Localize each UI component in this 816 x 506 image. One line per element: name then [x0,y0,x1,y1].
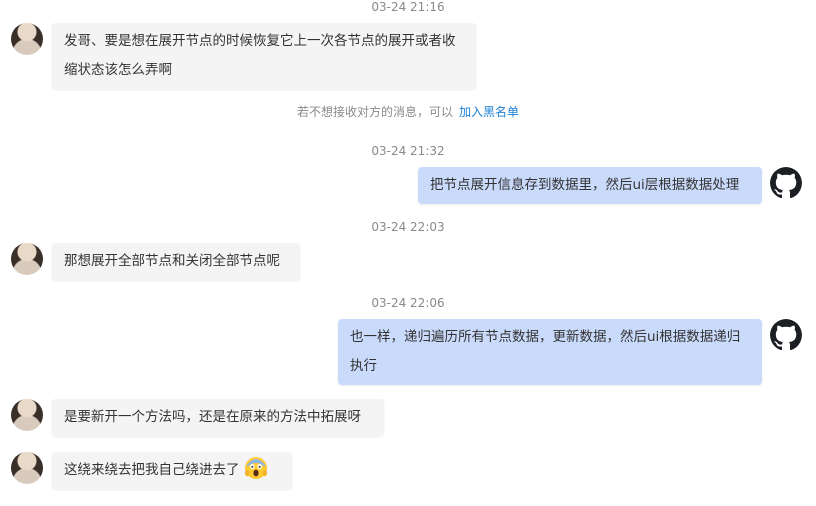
github-icon[interactable] [770,167,802,199]
message-bubble-peer: 是要新开一个方法吗，还是在原来的方法中拓展呀 [52,399,384,436]
message-bubble-peer: 发哥、要是想在展开节点的时候恢复它上一次各节点的展开或者收缩状态该怎么弄啊 [52,23,476,89]
peer-avatar[interactable] [11,23,43,55]
message-bubble-self: 把节点展开信息存到数据里，然后ui层根据数据处理 [418,167,762,204]
message-bubble-self: 也一样，递归遍历所有节点数据，更新数据，然后ui根据数据递归执行 [338,319,762,385]
system-notice-text: 若不想接收对方的消息，可以 [296,105,453,119]
message-timestamp: 03-24 21:16 [371,0,445,14]
chat-thread: 03-24 21:16 发哥、要是想在展开节点的时候恢复它上一次各节点的展开或者… [0,0,816,506]
blacklist-link[interactable]: 加入黑名单 [459,105,519,119]
peer-avatar[interactable] [11,243,43,275]
message-timestamp: 03-24 21:32 [371,144,445,158]
message-bubble-peer: 那想展开全部节点和关闭全部节点呢 [52,243,300,280]
message-text: 这绕来绕去把我自己绕进去了 [64,462,240,478]
peer-avatar[interactable] [11,452,43,484]
message-bubble-peer: 这绕来绕去把我自己绕进去了 [52,452,292,489]
message-timestamp: 03-24 22:06 [371,296,445,310]
peer-avatar[interactable] [11,399,43,431]
system-notice: 若不想接收对方的消息，可以 加入黑名单 [0,103,816,120]
face-screaming-emoji [244,456,268,480]
message-timestamp: 03-24 22:03 [371,220,445,234]
github-icon[interactable] [770,319,802,351]
